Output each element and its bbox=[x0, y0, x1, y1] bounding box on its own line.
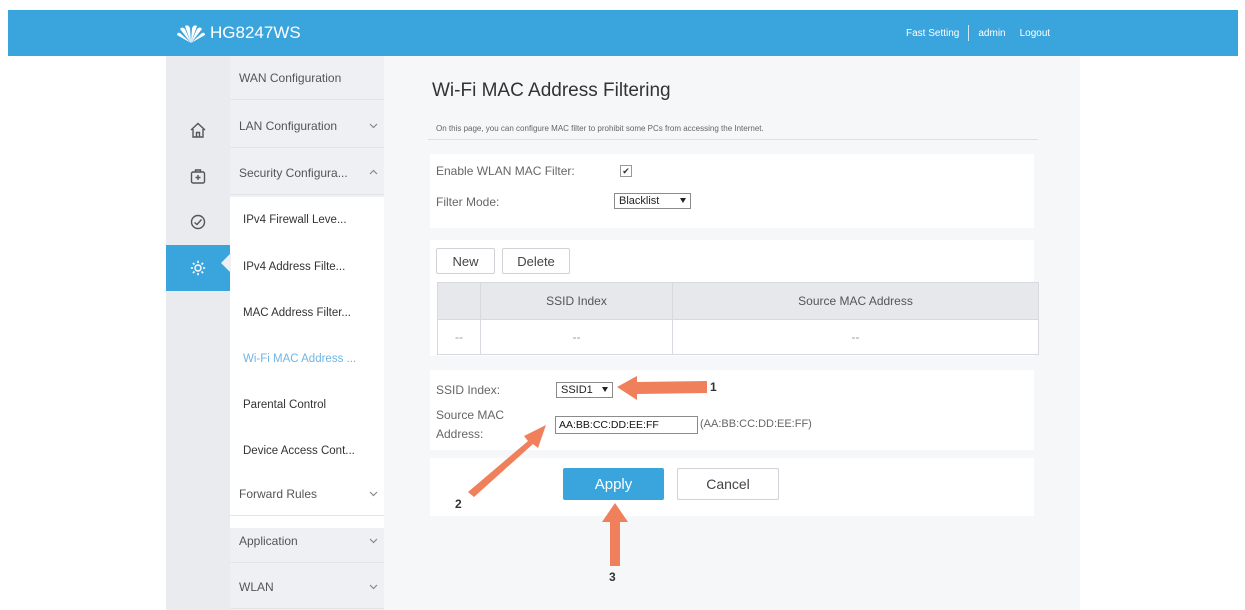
delete-button[interactable]: Delete bbox=[502, 248, 570, 274]
fast-setting-link[interactable]: Fast Setting bbox=[906, 28, 959, 39]
enable-filter-label: Enable WLAN MAC Filter: bbox=[436, 164, 575, 178]
home-icon bbox=[190, 122, 206, 138]
top-bar: HG8247WS Fast Setting admin Logout bbox=[8, 10, 1238, 56]
filter-mode-select[interactable]: Blacklist bbox=[614, 193, 691, 209]
submenu-parental-control[interactable]: Parental Control bbox=[230, 382, 384, 428]
chevron-down-icon bbox=[369, 123, 378, 129]
menu-item-label: Security Configura... bbox=[239, 165, 348, 180]
column-header-source-mac: Source MAC Address bbox=[672, 282, 1039, 320]
submenu-device-access[interactable]: Device Access Cont... bbox=[230, 428, 384, 474]
menu-item-label: LAN Configuration bbox=[239, 118, 338, 133]
page-title: Wi-Fi MAC Address Filtering bbox=[432, 80, 671, 101]
menu-item-wan[interactable]: WAN Configuration bbox=[230, 56, 384, 100]
menu-item-wlan[interactable]: WLAN bbox=[230, 565, 384, 609]
submenu-ipv4-firewall[interactable]: IPv4 Firewall Leve... bbox=[230, 197, 384, 243]
annotation-step-1: 1 bbox=[710, 380, 717, 394]
chevron-down-icon bbox=[369, 491, 378, 497]
submenu-label: Device Access Cont... bbox=[243, 445, 355, 457]
menu-item-label: WAN Configuration bbox=[239, 70, 342, 85]
table-row[interactable]: -- -- -- bbox=[437, 319, 1039, 355]
submenu-wifi-mac-filter[interactable]: Wi-Fi MAC Address ... bbox=[230, 336, 384, 382]
active-indicator bbox=[221, 253, 231, 273]
menu-item-forward-rules[interactable]: Forward Rules bbox=[230, 472, 384, 516]
submenu-label: IPv4 Firewall Leve... bbox=[243, 214, 347, 226]
table-header-row: SSID Index Source MAC Address bbox=[437, 282, 1039, 320]
home-button[interactable] bbox=[166, 107, 230, 153]
submenu-label: IPv4 Address Filte... bbox=[243, 261, 346, 273]
submenu-label: MAC Address Filter... bbox=[243, 307, 352, 319]
submenu-mac-address-filter[interactable]: MAC Address Filter... bbox=[230, 290, 384, 336]
entry-form-panel bbox=[430, 370, 1034, 450]
source-mac-input[interactable]: AA:BB:CC:DD:EE:FF bbox=[555, 416, 698, 434]
mac-filter-table: SSID Index Source MAC Address -- -- -- bbox=[437, 282, 1039, 355]
annotation-step-3: 3 bbox=[609, 570, 616, 584]
dropdown-arrow-icon bbox=[680, 198, 686, 203]
huawei-logo-icon bbox=[177, 25, 205, 43]
menu-item-label: WLAN bbox=[239, 579, 274, 594]
medkit-icon bbox=[190, 169, 206, 184]
gauge-icon bbox=[190, 214, 206, 230]
chevron-down-icon bbox=[369, 584, 378, 590]
page-description: On this page, you can configure MAC filt… bbox=[436, 124, 764, 133]
submenu-label: Wi-Fi MAC Address ... bbox=[243, 353, 357, 365]
menu-item-application[interactable]: Application bbox=[230, 519, 384, 563]
menu-item-lan[interactable]: LAN Configuration bbox=[230, 104, 384, 148]
submenu-label: Parental Control bbox=[243, 399, 327, 411]
chevron-down-icon bbox=[369, 538, 378, 544]
settings-menu: WAN Configuration LAN Configuration Secu… bbox=[230, 56, 384, 610]
filter-mode-value: Blacklist bbox=[619, 195, 660, 207]
select-column-header bbox=[437, 282, 481, 320]
source-mac-label-2: Address: bbox=[436, 427, 484, 441]
mac-format-hint: (AA:BB:CC:DD:EE:FF) bbox=[700, 418, 812, 430]
menu-item-label: Forward Rules bbox=[239, 486, 318, 501]
ssid-index-value: SSID1 bbox=[561, 384, 593, 396]
table-cell: -- bbox=[437, 319, 481, 355]
chevron-up-icon bbox=[369, 169, 378, 175]
ssid-index-label: SSID Index: bbox=[436, 383, 501, 397]
maintenance-button[interactable] bbox=[166, 153, 230, 199]
menu-item-label: Application bbox=[239, 533, 298, 548]
gear-icon bbox=[190, 260, 206, 276]
column-header-ssid-index: SSID Index bbox=[480, 282, 673, 320]
table-cell: -- bbox=[480, 319, 673, 355]
logout-link[interactable]: Logout bbox=[1020, 28, 1051, 39]
menu-item-security[interactable]: Security Configura... bbox=[230, 151, 384, 195]
cancel-button[interactable]: Cancel bbox=[677, 468, 779, 500]
divider bbox=[968, 25, 970, 41]
table-cell: -- bbox=[672, 319, 1039, 355]
user-link[interactable]: admin bbox=[978, 28, 1005, 39]
brand: HG8247WS bbox=[176, 10, 301, 56]
top-links: Fast Setting admin Logout bbox=[906, 10, 1050, 56]
ssid-index-select[interactable]: SSID1 bbox=[556, 382, 613, 398]
enable-filter-checkbox[interactable]: ✔ bbox=[620, 165, 632, 177]
brand-title: HG8247WS bbox=[210, 23, 301, 42]
source-mac-label: Source MAC bbox=[436, 408, 505, 422]
divider bbox=[428, 139, 1038, 140]
submenu-ipv4-address-filter[interactable]: IPv4 Address Filte... bbox=[230, 244, 384, 290]
annotation-step-2: 2 bbox=[455, 497, 462, 511]
dropdown-arrow-icon bbox=[602, 387, 608, 392]
icon-sidebar bbox=[166, 56, 230, 610]
apply-button[interactable]: Apply bbox=[563, 468, 664, 500]
status-button[interactable] bbox=[166, 199, 230, 245]
new-button[interactable]: New bbox=[436, 248, 495, 274]
filter-mode-label: Filter Mode: bbox=[436, 195, 500, 209]
